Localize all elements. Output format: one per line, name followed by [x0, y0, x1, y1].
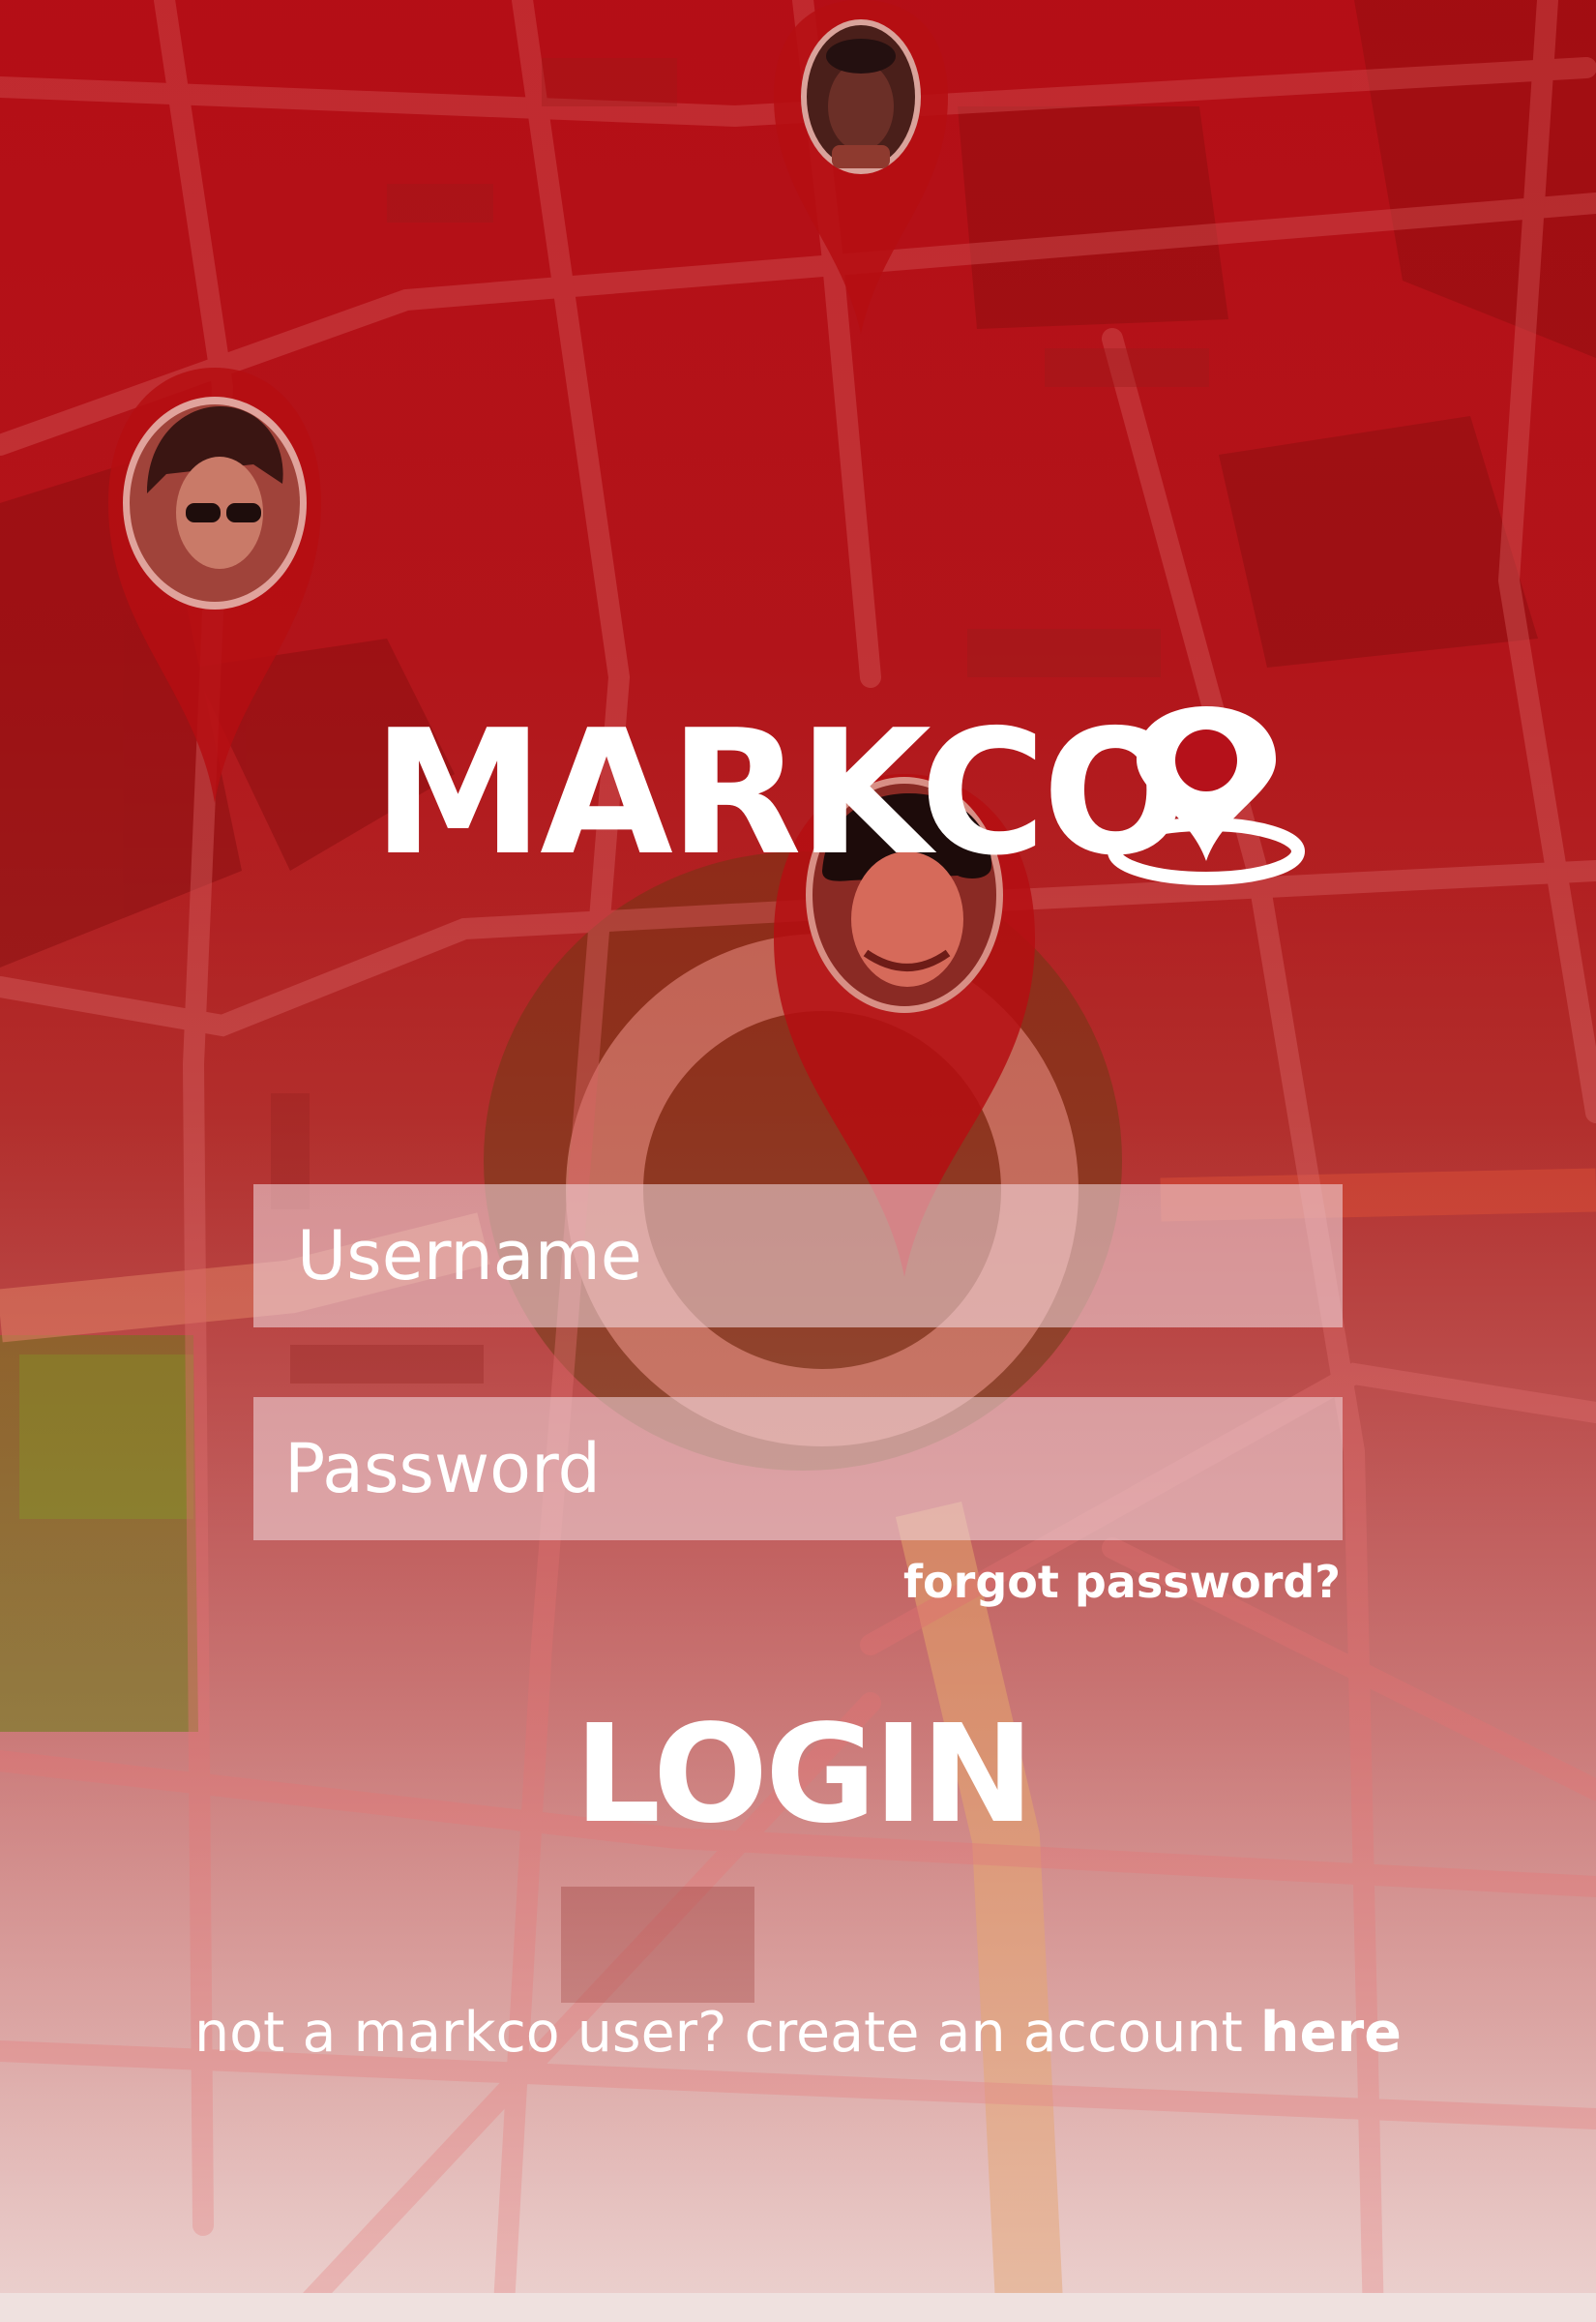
bottom-edge [0, 2293, 1596, 2322]
username-input[interactable] [253, 1184, 1343, 1327]
signup-prompt: not a markco user? create an account her… [0, 2001, 1596, 2065]
location-pin-avatar-icon [774, 0, 948, 334]
username-field-container [253, 1184, 1343, 1327]
signup-prompt-text: not a markco user? create an account [194, 2001, 1260, 2065]
login-screen: MARKCO forgot password? LOGIN not a mark… [0, 0, 1596, 2322]
location-pin-avatar-icon [108, 368, 321, 803]
login-button[interactable]: LOGIN [561, 1693, 1045, 1858]
password-input[interactable] [253, 1397, 1343, 1540]
app-logo: MARKCO [372, 693, 1305, 893]
signup-link[interactable]: here [1260, 2001, 1402, 2065]
logo-text: MARKCO [372, 693, 1189, 893]
password-field-container [253, 1397, 1343, 1540]
location-pin-icon [1108, 706, 1305, 885]
forgot-password-link[interactable]: forgot password? [903, 1556, 1341, 1608]
